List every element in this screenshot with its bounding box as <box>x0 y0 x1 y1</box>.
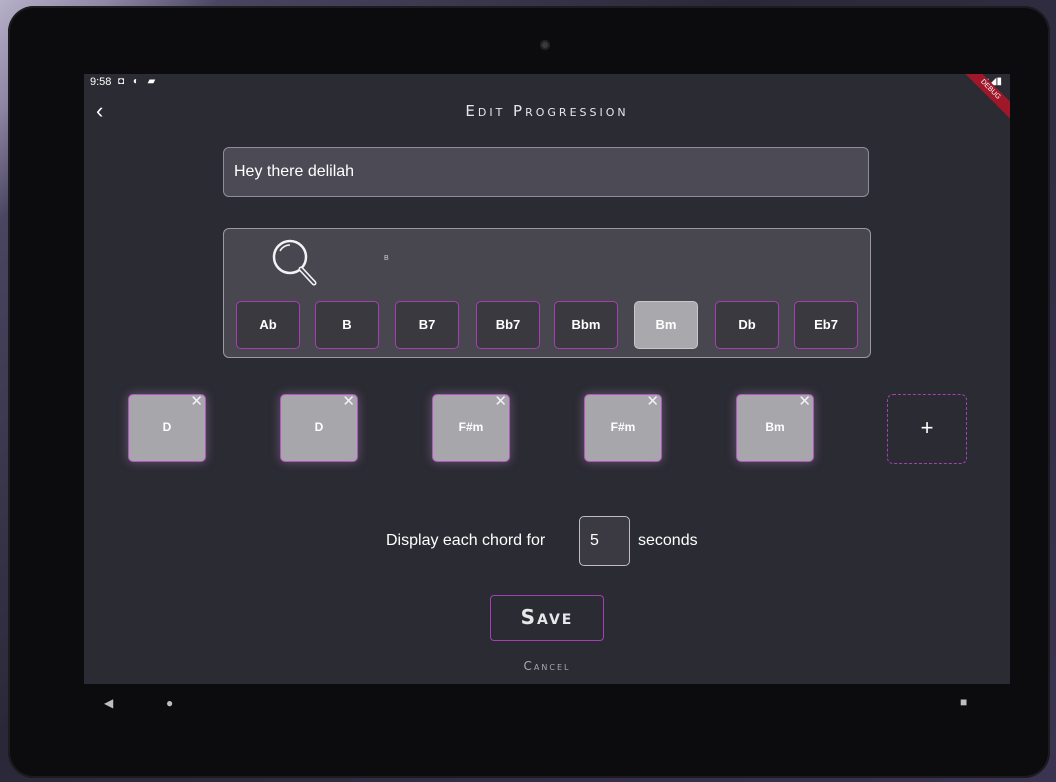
status-bar: 9:58 ◘ ◐ ▰ ▾◢▮ <box>84 74 1010 92</box>
remove-chord-icon[interactable]: ✕ <box>646 394 659 409</box>
chord-option-button[interactable]: Db <box>715 301 779 349</box>
status-time: 9:58 <box>90 76 112 88</box>
front-camera <box>540 40 550 50</box>
chord-option-button[interactable]: Ab <box>236 301 300 349</box>
progression-chord-tile[interactable]: F#m ✕ <box>584 394 662 462</box>
remove-chord-icon[interactable]: ✕ <box>798 394 811 409</box>
chord-label: D <box>314 420 324 434</box>
chord-option-button[interactable]: Bbm <box>554 301 618 349</box>
progression-chords: + D ✕ D ✕ F#m ✕ F#m ✕ Bm ✕ <box>84 394 1010 468</box>
notification-icons: ◘ ◐ ▰ <box>118 76 159 87</box>
duration-seconds-input[interactable] <box>579 516 630 566</box>
progression-chord-tile[interactable]: Bm ✕ <box>736 394 814 462</box>
save-button[interactable]: Save <box>490 595 604 641</box>
nav-home-icon[interactable]: ● <box>166 696 173 710</box>
chord-option-button[interactable]: Eb7 <box>794 301 858 349</box>
chord-label: Bm <box>765 420 785 434</box>
search-icon[interactable] <box>270 237 326 291</box>
page-title: Edit Progression <box>465 102 629 120</box>
chord-option-button[interactable]: B7 <box>395 301 459 349</box>
duration-row: Display each chord for seconds <box>84 516 1010 568</box>
chord-option-button[interactable]: Bb7 <box>476 301 540 349</box>
duration-unit-label: seconds <box>638 532 698 549</box>
chord-label: F#m <box>610 420 636 434</box>
progression-name-input[interactable] <box>223 147 869 197</box>
progression-chord-tile[interactable]: F#m ✕ <box>432 394 510 462</box>
add-chord-button[interactable]: + <box>887 394 967 464</box>
app-screen: 9:58 ◘ ◐ ▰ ▾◢▮ DEBUG ‹ Edit Progression … <box>84 74 1010 684</box>
chord-label: F#m <box>458 420 484 434</box>
chord-search-panel: B Ab B B7 Bb7 Bbm Bm Db Eb7 <box>223 228 871 358</box>
progression-chord-tile[interactable]: D ✕ <box>128 394 206 462</box>
cancel-button[interactable]: Cancel <box>84 659 1010 673</box>
system-nav-bar: ◀ ● ■ <box>8 684 1050 724</box>
chord-option-button[interactable]: Bm <box>634 301 698 349</box>
remove-chord-icon[interactable]: ✕ <box>342 394 355 409</box>
search-query-text[interactable]: B <box>384 255 389 262</box>
nav-recents-icon[interactable]: ■ <box>960 695 967 709</box>
chord-label: D <box>162 420 172 434</box>
tablet-frame: 9:58 ◘ ◐ ▰ ▾◢▮ DEBUG ‹ Edit Progression … <box>8 6 1050 778</box>
progression-chord-tile[interactable]: D ✕ <box>280 394 358 462</box>
remove-chord-icon[interactable]: ✕ <box>494 394 507 409</box>
nav-back-icon[interactable]: ◀ <box>104 696 113 710</box>
duration-label: Display each chord for <box>386 532 546 549</box>
chord-option-button[interactable]: B <box>315 301 379 349</box>
remove-chord-icon[interactable]: ✕ <box>190 394 203 409</box>
